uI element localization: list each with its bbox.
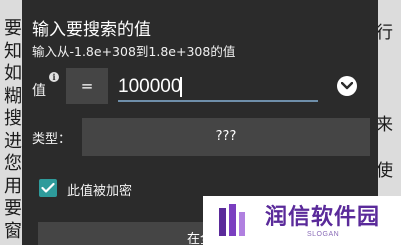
encrypted-checkbox-label[interactable]: 此值被加密 xyxy=(67,180,132,199)
background-char: 窗 xyxy=(4,220,22,242)
watermark-logo-icon xyxy=(219,204,245,236)
chevron-down-icon[interactable] xyxy=(337,76,357,96)
background-text-left: 要 知 如 糊 搜 进 您 用 要 窗 xyxy=(4,18,24,243)
dialog-title: 输入要搜索的值 xyxy=(32,20,151,40)
background-char xyxy=(376,68,400,91)
background-char: 行 xyxy=(376,23,393,43)
background-char xyxy=(376,45,400,68)
watermark: 润信软件园 SLOGAN xyxy=(203,196,401,245)
background-char: 糊 xyxy=(4,85,22,107)
background-char: 来 xyxy=(376,115,393,135)
background-char: 进 xyxy=(4,130,22,152)
dialog-subtitle: 输入从-1.8e+308到1.8e+308的值 xyxy=(32,44,236,59)
background-char xyxy=(376,137,400,160)
value-input[interactable] xyxy=(118,74,318,102)
background-char: 用 xyxy=(4,175,22,197)
watermark-slogan: SLOGAN xyxy=(307,231,340,238)
background-char: 要 xyxy=(4,18,22,39)
background-char: 知 xyxy=(4,40,22,62)
background-char xyxy=(376,91,400,114)
background-char: 使 xyxy=(376,161,393,181)
operator-button[interactable]: = xyxy=(66,68,108,104)
encrypted-checkbox[interactable] xyxy=(39,179,57,197)
info-icon[interactable]: i xyxy=(49,72,59,82)
background-char: 您 xyxy=(4,153,22,174)
value-label: 值 xyxy=(32,83,46,99)
watermark-title: 润信软件园 xyxy=(265,205,381,230)
type-select[interactable]: ??? xyxy=(82,118,370,156)
type-label: 类型： xyxy=(32,132,72,147)
text-cursor xyxy=(180,77,182,97)
background-char: 要 xyxy=(4,198,22,219)
background-char: 搜 xyxy=(4,108,22,129)
background-char: 如 xyxy=(4,63,22,84)
